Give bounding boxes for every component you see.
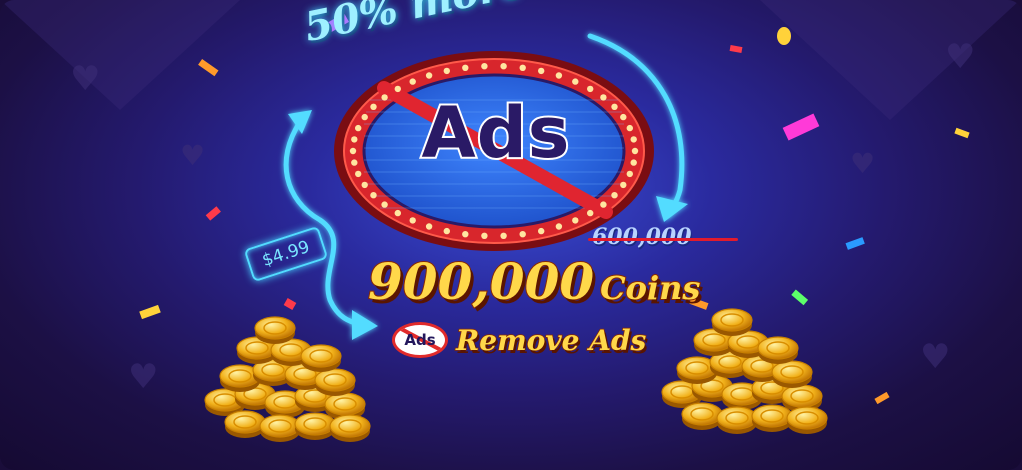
- coin-amount-value: 900,000: [367, 251, 595, 312]
- ads-badge-label: Ads: [404, 331, 436, 349]
- coin-pile-icon: [204, 316, 371, 442]
- offer-artwork: [139, 13, 970, 442]
- coin-pile-icon: [661, 308, 828, 434]
- remove-ads-row: Ads Remove Ads: [392, 322, 647, 358]
- strikethrough-line: [588, 238, 738, 241]
- remove-ads-label: Remove Ads: [455, 323, 647, 358]
- remove-ads-offer-banner[interactable]: ♥ ♥ ♥ ♥ ♥ ♥ 50% more Ads 600,000 $4.99 9…: [0, 0, 1022, 470]
- ads-sign-label: Ads: [420, 90, 572, 176]
- no-ads-badge-icon: Ads: [392, 322, 448, 358]
- old-coin-amount: 600,000: [592, 224, 692, 250]
- coin-unit-label: Coins: [599, 268, 701, 308]
- coin-amount: 900,000 Coins: [367, 251, 701, 312]
